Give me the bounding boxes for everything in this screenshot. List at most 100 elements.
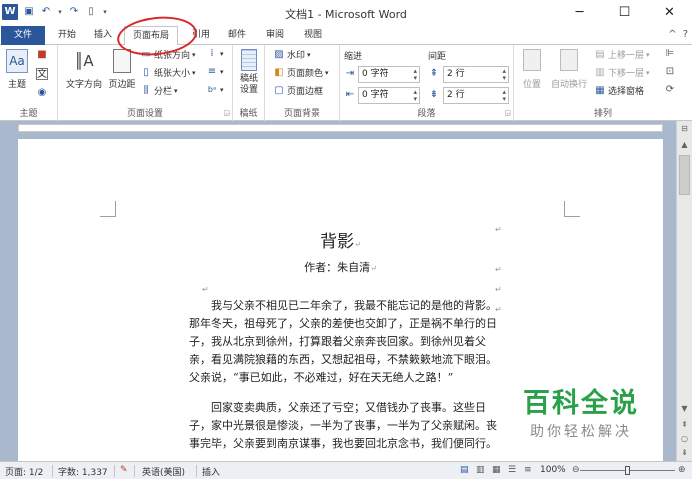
theme-fonts-icon: 文 bbox=[36, 68, 48, 80]
next-page-icon[interactable]: ⇟ bbox=[677, 445, 692, 460]
paragraph-mark: ↵ bbox=[495, 265, 502, 274]
ribbon: Aa 主题 ■ 文 ◉ 主题 ║A 文字方向 页边距 ▭ 纸张方向 ▾ ▯ 纸张大小 ▾… bbox=[0, 45, 692, 121]
scroll-thumb[interactable] bbox=[679, 155, 690, 195]
group-paragraph: 缩进 间距 ⇥ 0 字符 ▴ ▾ ⇤ 0 字符 ▴ ▾ ⇞ 2 行 ▴ ▾ ⇟ 2 行 ▴ ▾ … bbox=[340, 45, 514, 121]
text-direction-button[interactable]: ║A 文字方向 bbox=[62, 49, 106, 90]
spacing-before-field[interactable]: 2 行 ▴ ▾ bbox=[443, 66, 509, 83]
maximize-button[interactable]: ☐ bbox=[602, 0, 647, 26]
zoom-in-icon[interactable]: ⊕ bbox=[678, 465, 686, 475]
minimize-button[interactable]: ─ bbox=[557, 0, 602, 26]
page-setup-launcher-icon[interactable]: ◲ bbox=[223, 109, 230, 117]
paper-size-button[interactable]: ▯ 纸张大小 ▾ bbox=[140, 66, 195, 80]
document-title[interactable]: 背影↵ bbox=[18, 227, 663, 252]
watermark-main-text: 百科全说 bbox=[523, 388, 639, 419]
tab-review[interactable]: 审阅 bbox=[260, 26, 290, 45]
bring-forward-icon: ▤ bbox=[595, 48, 605, 60]
margins-icon bbox=[113, 49, 131, 73]
tab-insert[interactable]: 插入 bbox=[88, 26, 118, 45]
hyphenation-button[interactable]: bᵃ ▾ bbox=[206, 84, 224, 96]
spacing-header: 间距 bbox=[428, 52, 447, 62]
page-color-button[interactable]: ◧ 页面颜色 ▾ bbox=[273, 66, 328, 80]
theme-fonts-button[interactable]: 文 bbox=[36, 68, 48, 80]
print-layout-icon[interactable]: ▤ bbox=[460, 465, 469, 475]
indent-left-field[interactable]: 0 字符 ▴ ▾ bbox=[358, 66, 420, 83]
themes-button[interactable]: Aa 主题 bbox=[3, 49, 31, 90]
status-language[interactable]: 英语(美国) bbox=[142, 465, 185, 478]
document-author[interactable]: 作者：朱自清↵ bbox=[18, 259, 663, 275]
scroll-up-icon[interactable]: ▲ bbox=[677, 137, 692, 152]
proofing-icon[interactable]: ✎ bbox=[120, 465, 128, 475]
status-insert-mode[interactable]: 插入 bbox=[202, 465, 220, 478]
watermark-button[interactable]: ▨ 水印 ▾ bbox=[273, 48, 310, 62]
paragraph-launcher-icon[interactable]: ◲ bbox=[504, 109, 511, 117]
site-watermark: 百科全说 助你轻松解决 bbox=[506, 386, 656, 456]
status-page[interactable]: 页面: 1/2 bbox=[5, 465, 43, 478]
status-word-count[interactable]: 字数: 1,337 bbox=[58, 465, 108, 478]
page-border-button[interactable]: ▢ 页面边框 bbox=[273, 84, 323, 98]
group-themes: Aa 主题 ■ 文 ◉ 主题 bbox=[0, 45, 58, 121]
tab-view[interactable]: 视图 bbox=[298, 26, 328, 45]
selection-pane-button[interactable]: ▦ 选择窗格 bbox=[594, 84, 644, 98]
align-button[interactable]: ⊫ bbox=[664, 48, 676, 60]
manuscript-settings-button[interactable]: 稿纸设置 bbox=[235, 49, 263, 96]
breaks-button[interactable]: ⁞ ▾ bbox=[206, 48, 223, 60]
zoom-level[interactable]: 100% bbox=[540, 465, 566, 475]
full-screen-reading-icon[interactable]: ▥ bbox=[476, 465, 485, 475]
group-objects-icon: ⊡ bbox=[665, 66, 675, 77]
group-label-manuscript: 稿纸 bbox=[239, 109, 258, 119]
web-layout-icon[interactable]: ▦ bbox=[492, 465, 501, 475]
margin-corner-tl bbox=[100, 201, 116, 217]
collapse-ribbon-icon[interactable]: ^ bbox=[668, 29, 676, 40]
line-numbers-button[interactable]: ≡ ▾ bbox=[206, 66, 224, 78]
indent-left-icon: ⇥ bbox=[345, 68, 355, 79]
paragraph-mark: ↵ bbox=[495, 285, 502, 294]
columns-button[interactable]: ⫼ 分栏 ▾ bbox=[140, 84, 178, 98]
wrap-text-button[interactable]: 自动换行 bbox=[548, 49, 590, 90]
browse-object-icon[interactable]: ○ bbox=[677, 431, 692, 446]
group-objects-button[interactable]: ⊡ bbox=[664, 66, 676, 78]
position-button[interactable]: 位置 bbox=[518, 49, 546, 90]
columns-icon: ⫼ bbox=[143, 84, 149, 96]
align-icon: ⊫ bbox=[665, 48, 675, 59]
zoom-out-icon[interactable]: ⊖ bbox=[572, 465, 580, 475]
document-paragraph-1[interactable]: 我与父亲不相见已二年余了，我最不能忘记的是他的背影。那年冬天，祖母死了，父亲的差… bbox=[189, 297, 497, 387]
spacing-after-field[interactable]: 2 行 ▴ ▾ bbox=[443, 87, 509, 104]
tab-file[interactable]: 文件 bbox=[1, 26, 45, 45]
margin-corner-tr bbox=[564, 201, 580, 217]
vertical-scrollbar[interactable]: ⊟ ▲ ▼ ⇞ ○ ⇟ bbox=[676, 121, 692, 461]
document-paragraph-2[interactable]: 回家变卖典质，父亲还了亏空；又借钱办了丧事。这些日子，家中光景很是惨淡，一半为了… bbox=[189, 399, 497, 453]
hyphenation-icon: bᵃ bbox=[207, 85, 217, 94]
draft-icon[interactable]: ≡ bbox=[524, 465, 532, 475]
send-backward-icon: ▥ bbox=[595, 66, 605, 78]
watermark-icon: ▨ bbox=[274, 48, 284, 60]
indent-right-icon: ⇤ bbox=[345, 89, 355, 100]
zoom-slider-thumb[interactable] bbox=[624, 466, 630, 475]
prev-page-icon[interactable]: ⇞ bbox=[677, 417, 692, 432]
spacing-before-icon: ⇞ bbox=[429, 68, 439, 79]
margins-button[interactable]: 页边距 bbox=[106, 49, 138, 90]
selection-pane-icon: ▦ bbox=[595, 84, 605, 96]
themes-icon: Aa bbox=[6, 49, 28, 73]
close-button[interactable]: ✕ bbox=[647, 0, 692, 26]
watermark-sub-text: 助你轻松解决 bbox=[530, 424, 632, 440]
outline-icon[interactable]: ☰ bbox=[508, 465, 516, 475]
tab-home[interactable]: 开始 bbox=[52, 26, 82, 45]
indent-right-field[interactable]: 0 字符 ▴ ▾ bbox=[358, 87, 420, 104]
page-color-icon: ◧ bbox=[274, 66, 284, 78]
group-label-paragraph: 段落 bbox=[417, 109, 436, 119]
ruler-toggle-icon[interactable]: ⊟ bbox=[677, 121, 692, 136]
theme-effects-button[interactable]: ◉ bbox=[36, 87, 48, 99]
tab-mailings[interactable]: 邮件 bbox=[222, 26, 252, 45]
position-icon bbox=[523, 49, 541, 71]
indent-header: 缩进 bbox=[344, 52, 363, 62]
help-icon[interactable]: ? bbox=[683, 29, 688, 40]
bring-forward-button[interactable]: ▤ 上移一层 ▾ bbox=[594, 48, 649, 62]
wrap-text-icon bbox=[560, 49, 578, 71]
send-backward-button[interactable]: ▥ 下移一层 ▾ bbox=[594, 66, 649, 80]
status-bar: 页面: 1/2 字数: 1,337 ✎ 英语(美国) 插入 ▤ ▥ ▦ ☰ ≡ … bbox=[0, 461, 692, 479]
rotate-icon: ⟳ bbox=[665, 84, 675, 95]
rotate-button[interactable]: ⟳ bbox=[664, 84, 676, 96]
scroll-down-icon[interactable]: ▼ bbox=[677, 401, 692, 416]
paragraph-mark: ↵ bbox=[495, 225, 502, 234]
theme-colors-button[interactable]: ■ bbox=[36, 49, 48, 61]
